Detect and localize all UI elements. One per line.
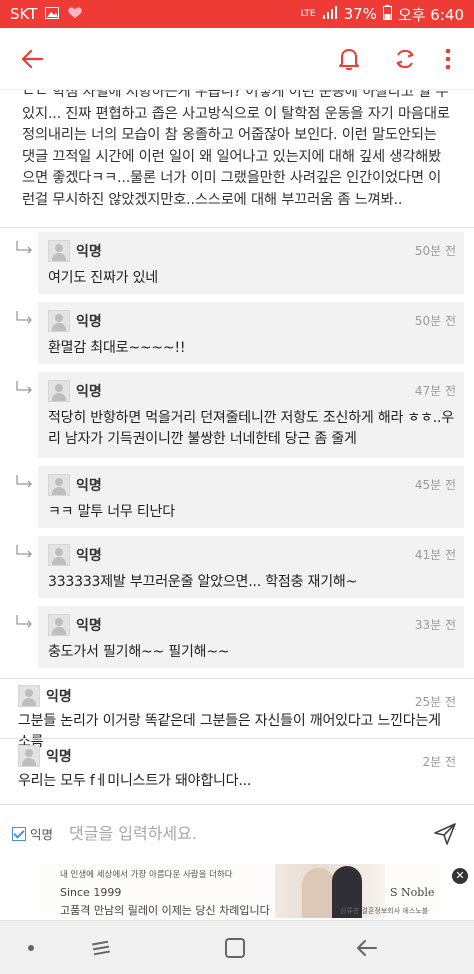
- reply-arrow-icon: [16, 545, 32, 558]
- reply-item[interactable]: 익명 33분 전 충도가서 필기해~~ 필기해~~: [0, 602, 474, 678]
- parent-comment-text: ㄷㄷ 학점 차별에 저항하는게 우습니? 어떻게 이런 운동에 하잘다고 알 수…: [22, 90, 450, 208]
- ad-banner[interactable]: 내 인생에 세상에서 가장 아름다운 사람을 더하다 Since 1999 고품…: [0, 862, 474, 920]
- reply-nick: 익명: [76, 478, 102, 494]
- reply-arrow-icon: [16, 615, 32, 628]
- reply-card: 익명 50분 전 여기도 진짜가 있네: [38, 232, 464, 294]
- reply-card: 익명 47분 전 적당히 반항하면 먹을거리 던져줄테니깐 저항도 조신하게 해…: [38, 372, 464, 458]
- comment-time: 25분 전: [414, 695, 456, 709]
- send-button[interactable]: [432, 821, 458, 847]
- reply-text: 충도가서 필기해~~ 필기해~~: [48, 644, 230, 660]
- heart-notification-icon: [67, 5, 83, 23]
- reply-nick: 익명: [76, 314, 102, 330]
- reply-time: 33분 전: [414, 618, 456, 632]
- reply-card: 익명 50분 전 환멸감 최대로~~~~!!: [38, 302, 464, 364]
- back-arrow-icon: [21, 50, 43, 68]
- ad-content: 내 인생에 세상에서 가장 아름다운 사람을 더하다 Since 1999 고품…: [40, 864, 440, 918]
- reply-arrow-icon: [16, 475, 32, 488]
- reply-item[interactable]: 익명 47분 전 적당히 반항하면 먹을거리 던져줄테니깐 저항도 조신하게 해…: [0, 368, 474, 462]
- reply-time: 41분 전: [414, 548, 456, 562]
- send-icon: [434, 823, 456, 845]
- comment-text: 우리는 모두 fㅔ미니스트가 돼야합니다...: [18, 773, 252, 789]
- reply-time: 50분 전: [414, 244, 456, 258]
- ad-close-icon[interactable]: ✕: [452, 868, 468, 884]
- system-nav-bar: [0, 920, 474, 974]
- comment-feed[interactable]: ㄷㄷ 학점 차별에 저항하는게 우습니? 어떻게 이런 운동에 하잘다고 알 수…: [0, 90, 474, 804]
- bell-icon: [339, 49, 359, 71]
- reply-text: ㅋㅋ 말투 너무 티난다: [48, 504, 175, 520]
- anonymous-label: 익명: [30, 827, 54, 842]
- reply-arrow-icon: [16, 381, 32, 394]
- reply-item[interactable]: 익명 41분 전 333333제발 부끄러운줄 알았으면... 학점충 재기해~: [0, 532, 474, 602]
- comment-input-bar: 익명: [0, 804, 474, 862]
- avatar: [48, 614, 70, 636]
- avatar: [48, 474, 70, 496]
- reply-text: 환멸감 최대로~~~~!!: [48, 340, 186, 356]
- reply-item[interactable]: 익명 50분 전 여기도 진짜가 있네: [0, 228, 474, 298]
- reply-text: 적당히 반항하면 먹을거리 던져줄테니깐 저항도 조신하게 해라 ㅎㅎ..우리 …: [48, 410, 454, 447]
- more-options-button[interactable]: [436, 41, 460, 77]
- reply-time: 50분 전: [414, 314, 456, 328]
- notification-button[interactable]: [331, 41, 367, 77]
- avatar: [48, 380, 70, 402]
- refresh-icon: [396, 49, 414, 69]
- more-vert-icon: [445, 48, 451, 70]
- app-header: [0, 28, 474, 90]
- battery-icon: [382, 4, 392, 24]
- comment-time: 2분 전: [422, 755, 456, 769]
- reply-item[interactable]: 익명 45분 전 ㅋㅋ 말투 너무 티난다: [0, 462, 474, 532]
- gallery-notification-icon: [45, 5, 60, 23]
- comment-item[interactable]: 익명 2분 전 우리는 모두 fㅔ미니스트가 돼야합니다...: [0, 738, 474, 800]
- reply-text: 333333제발 부끄러운줄 알았으면... 학점충 재기해~: [48, 574, 358, 590]
- reply-item[interactable]: 익명 50분 전 환멸감 최대로~~~~!!: [0, 298, 474, 368]
- comment-nick: 익명: [46, 749, 72, 765]
- ad-brand: S Noble: [390, 886, 435, 899]
- reply-nick: 익명: [76, 548, 102, 564]
- ad-since: Since 1999: [60, 886, 122, 899]
- reply-nick: 익명: [76, 618, 102, 634]
- reply-arrow-icon: [16, 311, 32, 324]
- home-icon[interactable]: [222, 935, 248, 961]
- refresh-button[interactable]: [387, 41, 423, 77]
- ad-person-image: [302, 868, 336, 918]
- reply-card: 익명 41분 전 333333제발 부끄러운줄 알았으면... 학점충 재기해~: [38, 536, 464, 598]
- signal-icon: [322, 5, 338, 23]
- reply-time: 47분 전: [414, 384, 456, 398]
- nav-back-icon[interactable]: [354, 935, 380, 961]
- reply-text: 여기도 진짜가 있네: [48, 270, 158, 286]
- reply-card: 익명 45분 전 ㅋㅋ 말투 너무 티난다: [38, 466, 464, 528]
- reply-card: 익명 33분 전 충도가서 필기해~~ 필기해~~: [38, 606, 464, 668]
- comment-nick: 익명: [46, 689, 72, 705]
- reply-arrow-icon: [16, 241, 32, 254]
- recent-apps-icon[interactable]: [88, 935, 114, 961]
- anonymous-checkbox[interactable]: 익명: [12, 824, 53, 843]
- battery-percent: 37%: [343, 5, 377, 23]
- avatar: [18, 745, 40, 767]
- avatar: [48, 310, 70, 332]
- ad-headline: 고품격 만남의 릴레이 이제는 당신 차례입니다: [60, 904, 270, 917]
- back-button[interactable]: [14, 41, 50, 77]
- clock: 오후 6:40: [397, 5, 464, 24]
- avatar: [48, 240, 70, 262]
- network-type: LTE: [300, 8, 316, 19]
- reply-nick: 익명: [76, 384, 102, 400]
- avatar: [48, 544, 70, 566]
- carrier-label: SKT: [10, 5, 38, 23]
- reply-nick: 익명: [76, 244, 102, 260]
- ad-tagline: 내 인생에 세상에서 가장 아름다운 사람을 더하다: [60, 870, 233, 880]
- status-bar: SKT LTE 37% 오후 6:40: [0, 0, 474, 28]
- reply-time: 45분 전: [414, 478, 456, 492]
- avatar: [18, 685, 40, 707]
- nav-dot-icon[interactable]: [18, 935, 44, 961]
- checkbox-checked-icon: [12, 826, 26, 841]
- ad-brand-subtitle: 상류층 결혼정보회사 에스노블: [340, 907, 429, 915]
- comment-input[interactable]: [69, 824, 410, 843]
- app-screen: SKT LTE 37% 오후 6:40 ㄷㄷ 학점 차별에 저항하는게 우습니?…: [0, 0, 474, 974]
- comment-item[interactable]: 익명 25분 전 그분들 논리가 이거랑 똑같은데 그분들은 자신들이 깨어있다…: [0, 678, 474, 750]
